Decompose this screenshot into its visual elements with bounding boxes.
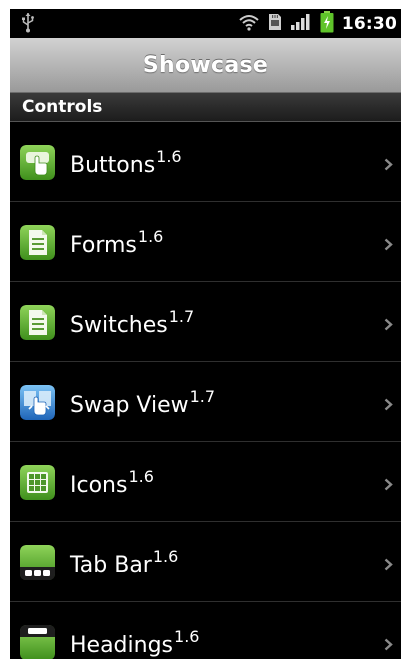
- usb-icon: [22, 13, 34, 37]
- sd-card-icon: [268, 13, 282, 35]
- title-bar: Showcase: [10, 38, 401, 93]
- list-item-buttons[interactable]: Buttons1.6: [10, 122, 401, 202]
- list-item-title: Tab Bar1.6: [70, 544, 178, 589]
- chevron-right-icon: [384, 556, 393, 575]
- chevron-right-icon: [384, 636, 393, 655]
- list-item-forms[interactable]: Forms1.6: [10, 202, 401, 282]
- list-item-swap-view[interactable]: Swap View1.7: [10, 362, 401, 442]
- list-item-title: Switches1.7: [70, 304, 194, 349]
- version-badge: 1.7: [189, 387, 216, 406]
- status-bar: 16:30: [10, 9, 401, 38]
- swap-view-icon: [20, 385, 55, 420]
- list-item-title: Swap View1.7: [70, 384, 215, 429]
- chevron-right-icon: [384, 156, 393, 175]
- item-label: Icons: [70, 473, 128, 498]
- section-header: Controls: [10, 93, 401, 122]
- list-item-headings[interactable]: Headings1.6: [10, 602, 401, 659]
- list-item-title: Icons1.6: [70, 464, 154, 509]
- version-badge: 1.6: [128, 467, 154, 486]
- list-item-switches[interactable]: Switches1.7: [10, 282, 401, 362]
- item-label: Switches: [70, 313, 168, 338]
- icons-grid-icon: [20, 465, 55, 500]
- version-badge: 1.6: [137, 227, 164, 246]
- phone-screen: 16:30 Showcase Controls Buttons1.6 Forms…: [10, 9, 401, 659]
- signal-icon: [290, 13, 312, 35]
- list-item-title: Headings1.6: [70, 624, 199, 659]
- item-label: Buttons: [70, 153, 156, 178]
- tab-bar-icon: [20, 545, 55, 580]
- list-item-title: Forms1.6: [70, 224, 163, 269]
- item-label: Headings: [70, 633, 174, 658]
- chevron-right-icon: [384, 316, 393, 335]
- item-label: Swap View: [70, 393, 189, 418]
- battery-charging-icon: [320, 10, 334, 37]
- forms-icon: [20, 225, 55, 260]
- wifi-icon: [238, 13, 260, 35]
- switches-icon: [20, 305, 55, 340]
- list-item-title: Buttons1.6: [70, 144, 182, 189]
- version-badge: 1.7: [168, 307, 195, 326]
- chevron-right-icon: [384, 476, 393, 495]
- chevron-right-icon: [384, 396, 393, 415]
- section-header-label: Controls: [22, 97, 103, 117]
- status-clock: 16:30: [341, 13, 397, 34]
- headings-icon: [20, 625, 55, 659]
- buttons-icon: [20, 145, 55, 180]
- version-badge: 1.6: [156, 147, 182, 166]
- version-badge: 1.6: [174, 627, 200, 646]
- item-label: Tab Bar: [70, 553, 152, 578]
- page-title: Showcase: [142, 52, 269, 78]
- chevron-right-icon: [384, 236, 393, 255]
- item-label: Forms: [70, 233, 137, 258]
- list-item-tab-bar[interactable]: Tab Bar1.6: [10, 522, 401, 602]
- version-badge: 1.6: [152, 547, 179, 566]
- status-icons: 16:30: [238, 10, 397, 37]
- controls-list: Buttons1.6 Forms1.6 Switches1.7 Swap Vie…: [10, 122, 401, 659]
- list-item-icons[interactable]: Icons1.6: [10, 442, 401, 522]
